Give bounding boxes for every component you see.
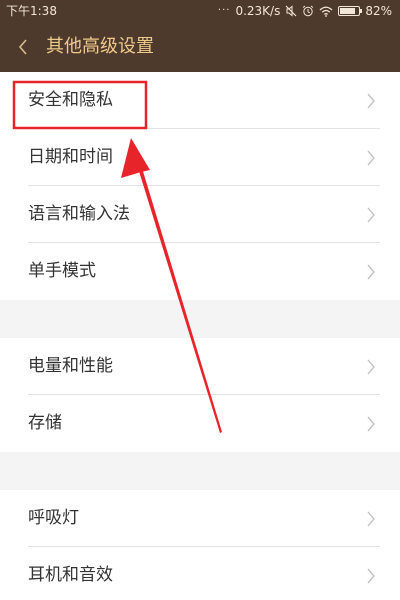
section-divider — [0, 452, 400, 490]
battery-icon — [338, 6, 363, 16]
status-icons: ··· 0.23K/s 82% — [218, 3, 392, 19]
screen: 下午1:38 ··· 0.23K/s 82% 其他高级设置 安全和隐私 日期和时… — [0, 0, 400, 600]
settings-item-label: 日期和时间 — [28, 147, 113, 167]
battery-percent: 82% — [365, 4, 392, 18]
settings-item-label: 电量和性能 — [28, 356, 113, 376]
section-divider — [0, 300, 400, 338]
settings-item-label: 呼吸灯 — [28, 508, 79, 528]
settings-item-label: 存储 — [28, 413, 62, 433]
status-time: 下午1:38 — [6, 4, 57, 18]
settings-item-label: 安全和隐私 — [28, 90, 113, 110]
chevron-right-icon — [367, 207, 375, 223]
settings-item-notification-light[interactable]: 呼吸灯 — [0, 490, 400, 547]
chevron-left-icon — [18, 39, 27, 55]
settings-item-security-privacy[interactable]: 安全和隐私 — [0, 72, 400, 129]
settings-list: 安全和隐私 日期和时间 语言和输入法 单手模式 电量和性能 存储 呼吸灯 耳机和… — [0, 72, 400, 600]
page-title: 其他高级设置 — [46, 36, 154, 57]
chevron-right-icon — [367, 93, 375, 109]
chevron-right-icon — [367, 416, 375, 432]
chevron-right-icon — [367, 359, 375, 375]
settings-item-battery-performance[interactable]: 电量和性能 — [0, 338, 400, 395]
wifi-icon — [319, 6, 333, 17]
chevron-right-icon — [367, 511, 375, 527]
back-button[interactable] — [8, 32, 38, 62]
settings-item-date-time[interactable]: 日期和时间 — [0, 129, 400, 186]
mute-icon — [285, 5, 297, 17]
signal-dots-icon: ··· — [217, 5, 231, 16]
settings-item-storage[interactable]: 存储 — [0, 395, 400, 452]
chevron-right-icon — [367, 264, 375, 280]
settings-item-language-input[interactable]: 语言和输入法 — [0, 186, 400, 243]
battery-level — [340, 8, 356, 14]
title-bar: 其他高级设置 — [0, 22, 400, 72]
network-speed: 0.23K/s — [235, 4, 281, 18]
settings-item-headphones-audio[interactable]: 耳机和音效 — [0, 547, 400, 600]
settings-item-label: 单手模式 — [28, 261, 96, 281]
settings-item-label: 耳机和音效 — [28, 565, 113, 585]
alarm-icon — [302, 5, 314, 17]
chevron-right-icon — [367, 150, 375, 166]
settings-item-one-hand-mode[interactable]: 单手模式 — [0, 243, 400, 300]
settings-item-label: 语言和输入法 — [28, 204, 130, 224]
status-bar: 下午1:38 ··· 0.23K/s 82% — [0, 0, 400, 22]
chevron-right-icon — [367, 568, 375, 584]
